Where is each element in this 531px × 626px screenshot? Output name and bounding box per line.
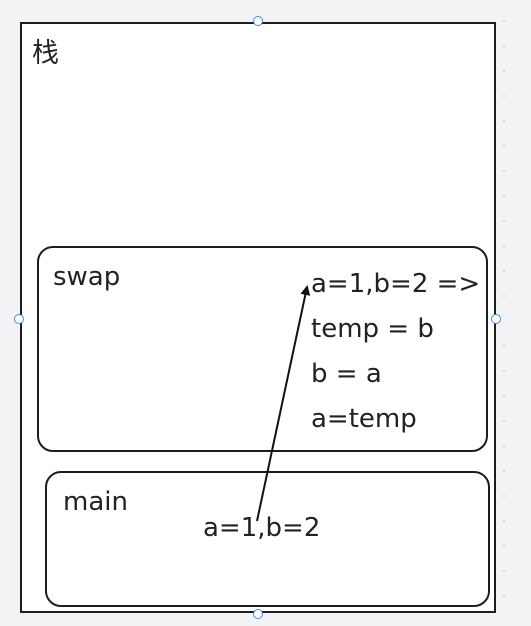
resize-handle-bottom[interactable]	[253, 609, 263, 619]
resize-handle-left[interactable]	[14, 314, 24, 324]
main-frame-label: main	[63, 487, 128, 517]
swap-code-line-1: a=1,b=2 =>	[311, 269, 481, 299]
swap-code-line-4: a=temp	[311, 404, 417, 434]
swap-code-line-3: b = a	[311, 359, 382, 389]
swap-code-line-2: temp = b	[311, 314, 434, 344]
main-frame-text: a=1,b=2	[203, 513, 321, 543]
stack-title: 栈	[32, 38, 59, 69]
resize-handle-top[interactable]	[253, 16, 263, 26]
resize-handle-right[interactable]	[491, 314, 501, 324]
swap-frame-label: swap	[53, 262, 121, 292]
ruler-dots	[503, 0, 509, 626]
